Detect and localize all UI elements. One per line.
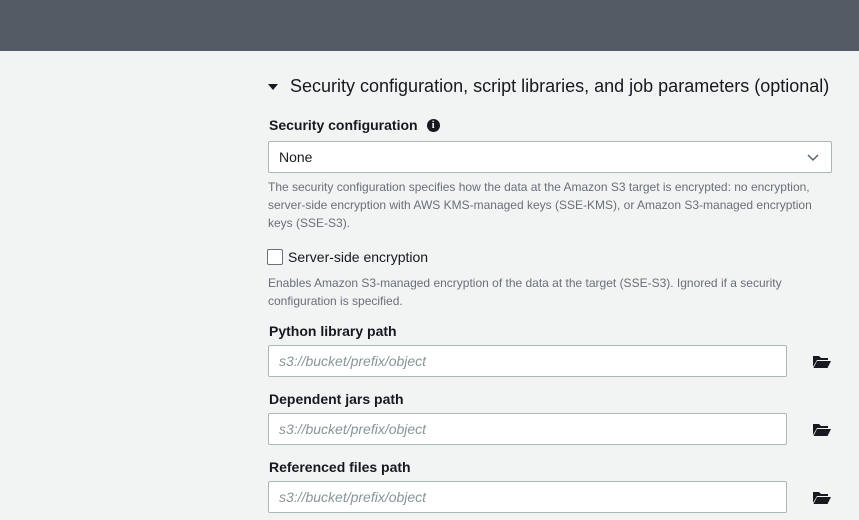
info-icon[interactable]: i	[426, 118, 440, 132]
server-side-encryption-help: Enables Amazon S3-managed encryption of …	[268, 276, 782, 308]
section-title: Security configuration, script libraries…	[290, 75, 830, 96]
dependent-jars-path-label: Dependent jars path	[269, 391, 404, 407]
server-side-encryption-row[interactable]: Server-side encryption	[267, 249, 428, 265]
dependent-jars-path-input[interactable]	[268, 413, 787, 445]
security-configuration-select[interactable]: None	[268, 141, 832, 173]
top-bar	[0, 0, 859, 51]
chevron-down-icon	[807, 154, 819, 161]
caret-down-icon	[268, 83, 278, 90]
python-library-path-label: Python library path	[269, 323, 397, 339]
folder-open-icon[interactable]	[812, 353, 832, 369]
referenced-files-path-input[interactable]	[268, 481, 787, 513]
referenced-files-path-label: Referenced files path	[269, 459, 411, 475]
folder-open-icon[interactable]	[812, 489, 832, 505]
security-configuration-label: Security configuration	[269, 117, 418, 133]
security-configuration-help: The security configuration specifies how…	[268, 180, 812, 230]
left-panel	[0, 51, 245, 520]
security-configuration-value: None	[279, 149, 313, 165]
server-side-encryption-checkbox[interactable]	[267, 249, 283, 265]
server-side-encryption-label: Server-side encryption	[288, 249, 429, 265]
security-configuration-label-row: Security configuration i	[269, 117, 440, 133]
folder-open-icon[interactable]	[812, 421, 832, 437]
section-toggle[interactable]: Security configuration, script libraries…	[268, 72, 829, 100]
python-library-path-input[interactable]	[268, 345, 787, 377]
